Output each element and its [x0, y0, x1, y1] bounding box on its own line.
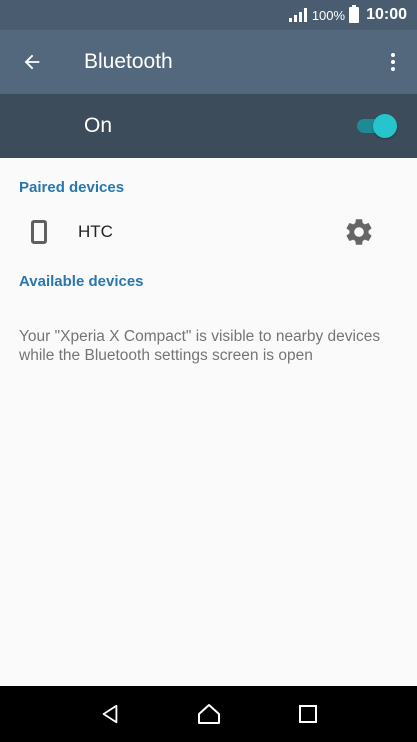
- arrow-back-icon: [24, 54, 40, 70]
- phone-icon: [0, 220, 78, 244]
- signal-icon: [288, 8, 307, 22]
- page-title: Bluetooth: [84, 50, 173, 73]
- back-button[interactable]: [0, 30, 64, 94]
- bluetooth-toggle[interactable]: [355, 114, 397, 138]
- more-options-button[interactable]: [369, 30, 417, 94]
- nav-home-button[interactable]: [184, 686, 234, 742]
- paired-device-row[interactable]: HTC: [0, 206, 417, 258]
- gear-icon: [346, 219, 372, 245]
- more-vert-icon: [391, 53, 395, 71]
- navigation-bar: [0, 686, 417, 742]
- visibility-note: Your "Xperia X Compact" is visible to ne…: [19, 328, 381, 364]
- recents-nav-icon: [298, 705, 317, 723]
- bluetooth-switch-bar[interactable]: On: [0, 94, 417, 158]
- bluetooth-switch-label: On: [84, 114, 113, 137]
- available-devices-header: Available devices: [19, 273, 144, 290]
- paired-devices-header: Paired devices: [19, 179, 125, 196]
- back-nav-icon: [102, 704, 117, 724]
- status-bar: 100% 10:00: [0, 0, 417, 30]
- status-time: 10:00: [366, 6, 407, 23]
- nav-recents-button[interactable]: [283, 686, 333, 742]
- device-settings-button[interactable]: [329, 206, 389, 258]
- toggle-thumb: [373, 114, 397, 138]
- app-bar: Bluetooth: [0, 30, 417, 94]
- home-nav-icon: [197, 704, 220, 724]
- battery-percent: 100%: [311, 7, 346, 23]
- battery-icon: [349, 5, 360, 23]
- nav-back-button[interactable]: [85, 686, 135, 742]
- device-name: HTC: [78, 222, 113, 241]
